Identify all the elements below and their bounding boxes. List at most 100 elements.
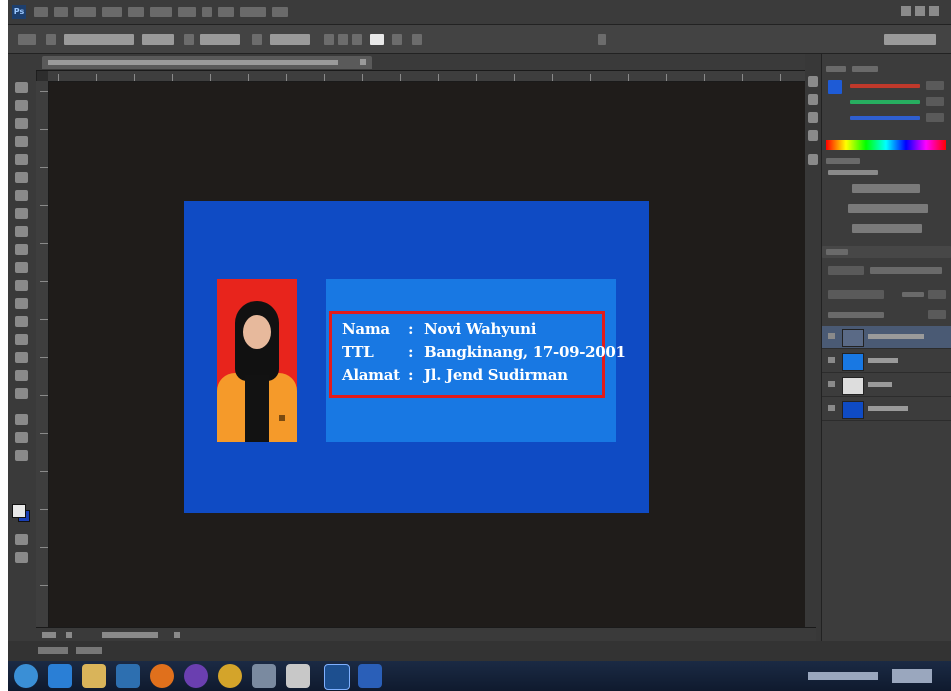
dodge-tool-icon[interactable]: [15, 316, 28, 327]
menu-view[interactable]: [218, 7, 234, 17]
lasso-tool-icon[interactable]: [15, 118, 28, 129]
healing-brush-tool-icon[interactable]: [15, 190, 28, 201]
3d-mode-icon[interactable]: [598, 34, 606, 45]
blur-tool-icon[interactable]: [15, 298, 28, 309]
hand-tool-icon[interactable]: [15, 414, 28, 425]
brush-tool-icon[interactable]: [15, 208, 28, 219]
adjustment-icons-row-2[interactable]: [848, 204, 928, 213]
quick-select-tool-icon[interactable]: [15, 136, 28, 147]
menu-file[interactable]: [34, 7, 48, 17]
lock-icons[interactable]: [828, 312, 884, 318]
menu-filter[interactable]: [178, 7, 196, 17]
red-slider[interactable]: [850, 84, 920, 88]
marquee-tool-icon[interactable]: [15, 100, 28, 111]
blend-mode-select[interactable]: [828, 290, 884, 299]
layer-filter-icons[interactable]: [870, 267, 942, 274]
green-slider[interactable]: [850, 100, 920, 104]
adjustment-icons-row-3[interactable]: [852, 224, 922, 233]
eye-icon[interactable]: [828, 381, 835, 387]
layer-row-info-box[interactable]: [822, 350, 951, 373]
clone-stamp-tool-icon[interactable]: [15, 226, 28, 237]
status-arrow-icon[interactable]: [66, 632, 72, 638]
adjustment-icons-row-1[interactable]: [852, 184, 920, 193]
history-panel-icon[interactable]: [808, 76, 818, 87]
menu-image[interactable]: [74, 7, 96, 17]
mini-bridge-tab[interactable]: [38, 647, 68, 654]
layer-filter-select[interactable]: [828, 266, 864, 275]
firefox-icon[interactable]: [150, 664, 174, 688]
close-tab-icon[interactable]: [360, 59, 366, 65]
maximize-icon[interactable]: [915, 6, 925, 16]
eye-icon[interactable]: [828, 333, 835, 339]
menu-type[interactable]: [128, 7, 144, 17]
id-card[interactable]: Nama : Novi Wahyuni TTL : Bangkinang, 17…: [184, 201, 649, 513]
font-style-select[interactable]: [142, 34, 174, 45]
internet-explorer-icon[interactable]: [48, 664, 72, 688]
gradient-tool-icon[interactable]: [15, 280, 28, 291]
green-value-field[interactable]: [926, 97, 944, 106]
info-box[interactable]: Nama : Novi Wahyuni TTL : Bangkinang, 17…: [326, 279, 626, 442]
status-menu-icon[interactable]: [174, 632, 180, 638]
color-spectrum-bar[interactable]: [826, 140, 946, 150]
red-value-field[interactable]: [926, 81, 944, 90]
eraser-tool-icon[interactable]: [15, 262, 28, 273]
menu-layer[interactable]: [102, 7, 122, 17]
zoom-level[interactable]: [42, 632, 56, 638]
font-family-select[interactable]: [64, 34, 134, 45]
layer-row-text[interactable]: [822, 326, 951, 349]
path-selection-tool-icon[interactable]: [15, 370, 28, 381]
align-center-icon[interactable]: [338, 34, 348, 45]
file-explorer-icon[interactable]: [82, 664, 106, 688]
character-panel-toggle-icon[interactable]: [808, 112, 818, 123]
canvas-area[interactable]: Nama : Novi Wahyuni TTL : Bangkinang, 17…: [49, 82, 816, 627]
word-icon[interactable]: [358, 664, 382, 688]
quick-mask-icon[interactable]: [15, 534, 28, 545]
photoshop-icon[interactable]: [324, 664, 350, 690]
zoom-tool-icon[interactable]: [15, 432, 28, 443]
system-tray-icons[interactable]: [808, 672, 878, 680]
adjustments-panel-tab[interactable]: [826, 158, 860, 164]
layers-panel-tab[interactable]: [826, 249, 848, 255]
app-purple-icon[interactable]: [184, 664, 208, 688]
color-panel-tab[interactable]: [826, 66, 846, 72]
swatches-panel-tab[interactable]: [852, 66, 878, 72]
brush-panel-icon[interactable]: [808, 154, 818, 165]
media-player-icon[interactable]: [116, 664, 140, 688]
shape-tool-icon[interactable]: [15, 388, 28, 399]
pen-tool-icon[interactable]: [15, 334, 28, 345]
fill-field[interactable]: [928, 310, 946, 319]
menu-window[interactable]: [240, 7, 266, 17]
character-panel-icon[interactable]: [412, 34, 422, 45]
menu-help[interactable]: [272, 7, 288, 17]
timeline-tab[interactable]: [76, 647, 102, 654]
paragraph-panel-icon[interactable]: [808, 130, 818, 141]
align-left-icon[interactable]: [324, 34, 334, 45]
menu-select[interactable]: [150, 7, 172, 17]
history-brush-tool-icon[interactable]: [15, 244, 28, 255]
aa-method-select[interactable]: [270, 34, 310, 45]
blue-slider[interactable]: [850, 116, 920, 120]
properties-panel-icon[interactable]: [808, 94, 818, 105]
app-white-icon[interactable]: [286, 664, 310, 688]
font-size-select[interactable]: [200, 34, 240, 45]
eye-icon[interactable]: [828, 357, 835, 363]
close-icon[interactable]: [929, 6, 939, 16]
crop-tool-icon[interactable]: [15, 154, 28, 165]
color-fg-swatch[interactable]: [828, 80, 842, 94]
layer-row-background[interactable]: [822, 398, 951, 421]
eyedropper-tool-icon[interactable]: [15, 172, 28, 183]
extra-tool-icon[interactable]: [15, 450, 28, 461]
document-tab[interactable]: [42, 56, 372, 69]
profile-photo[interactable]: [217, 279, 297, 442]
menu-3d[interactable]: [202, 7, 212, 17]
opacity-field[interactable]: [928, 290, 946, 299]
screen-mode-icon[interactable]: [15, 552, 28, 563]
layer-row-photo[interactable]: [822, 374, 951, 397]
menu-edit[interactable]: [54, 7, 68, 17]
move-tool-icon[interactable]: [15, 82, 28, 93]
text-orientation-button[interactable]: [46, 34, 56, 45]
warp-text-icon[interactable]: [392, 34, 402, 45]
text-color-swatch[interactable]: [370, 34, 384, 45]
app-gray-icon[interactable]: [252, 664, 276, 688]
foreground-color-swatch[interactable]: [12, 504, 26, 518]
